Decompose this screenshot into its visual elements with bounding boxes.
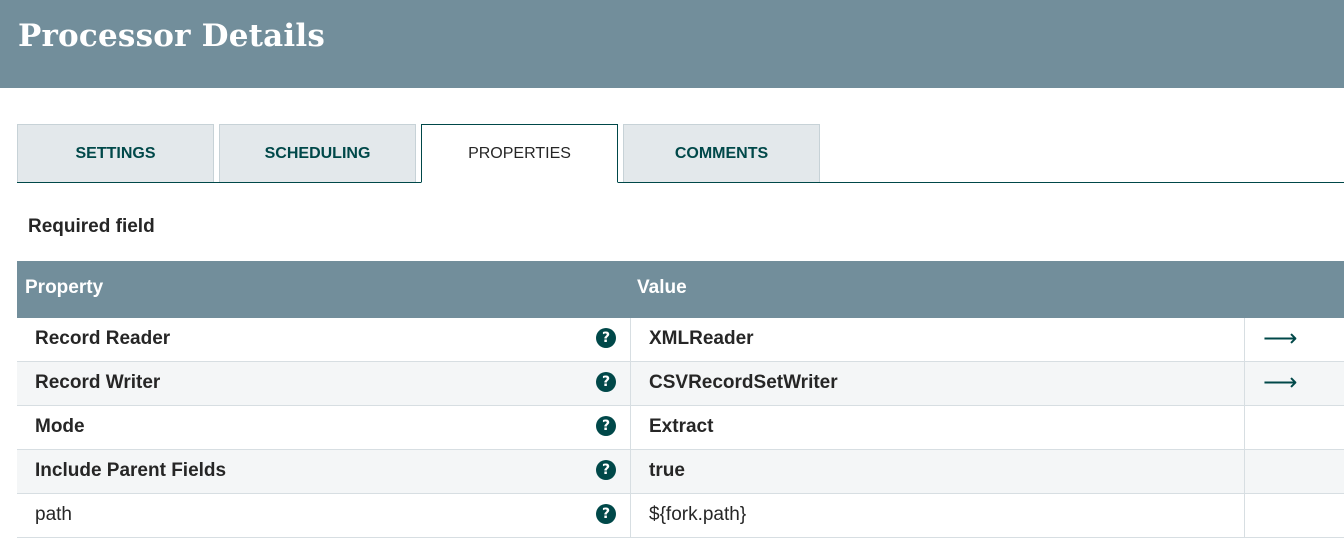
table-row[interactable]: Mode ? Extract [17, 406, 1344, 450]
property-cell: Record Writer ? [17, 362, 631, 405]
tab-underline [17, 182, 1344, 183]
property-value: ${fork.path} [649, 504, 747, 525]
property-cell: path ? [17, 494, 631, 537]
property-value: Extract [649, 416, 714, 437]
table-row[interactable]: Include Parent Fields ? true [17, 450, 1344, 494]
go-to-service-arrow-icon[interactable]: ⟶ [1263, 368, 1297, 396]
go-to-service-arrow-icon[interactable]: ⟶ [1263, 324, 1297, 352]
properties-table: Property Value Record Reader ? XMLReader… [17, 261, 1344, 538]
table-row[interactable]: path ? ${fork.path} [17, 494, 1344, 538]
value-cell[interactable]: XMLReader [631, 318, 1245, 361]
action-cell [1245, 406, 1344, 449]
table-row[interactable]: Record Reader ? XMLReader ⟶ [17, 318, 1344, 362]
property-cell: Record Reader ? [17, 318, 631, 361]
action-cell [1245, 494, 1344, 537]
value-cell[interactable]: CSVRecordSetWriter [631, 362, 1245, 405]
property-value: XMLReader [649, 328, 754, 349]
help-icon[interactable]: ? [596, 460, 616, 480]
dialog-title: Processor Details [18, 18, 326, 54]
action-cell: ⟶ [1245, 362, 1344, 405]
table-row[interactable]: Record Writer ? CSVRecordSetWriter ⟶ [17, 362, 1344, 406]
property-name: Record Writer [35, 372, 161, 393]
value-cell[interactable]: ${fork.path} [631, 494, 1245, 537]
table-header: Property Value [17, 261, 1344, 318]
help-icon[interactable]: ? [596, 416, 616, 436]
help-icon[interactable]: ? [596, 504, 616, 524]
required-field-legend: Required field [28, 216, 155, 237]
property-value: true [649, 460, 685, 481]
help-icon[interactable]: ? [596, 372, 616, 392]
property-name: Include Parent Fields [35, 460, 227, 481]
action-cell: ⟶ [1245, 318, 1344, 361]
tab-comments[interactable]: COMMENTS [623, 124, 820, 182]
column-header-value[interactable]: Value [637, 277, 687, 299]
property-cell: Mode ? [17, 406, 631, 449]
property-cell: Include Parent Fields ? [17, 450, 631, 493]
value-cell[interactable]: true [631, 450, 1245, 493]
property-name: path [35, 504, 72, 525]
tab-scheduling[interactable]: SCHEDULING [219, 124, 416, 182]
action-cell [1245, 450, 1344, 493]
dialog-header: Processor Details [0, 0, 1344, 88]
tab-bar: SETTINGS SCHEDULING PROPERTIES COMMENTS [17, 124, 1344, 183]
tab-settings[interactable]: SETTINGS [17, 124, 214, 182]
value-cell[interactable]: Extract [631, 406, 1245, 449]
tab-properties[interactable]: PROPERTIES [421, 124, 618, 183]
column-header-property[interactable]: Property [25, 277, 103, 299]
property-value: CSVRecordSetWriter [649, 372, 838, 393]
property-name: Mode [35, 416, 85, 437]
property-name: Record Reader [35, 328, 171, 349]
help-icon[interactable]: ? [596, 328, 616, 348]
